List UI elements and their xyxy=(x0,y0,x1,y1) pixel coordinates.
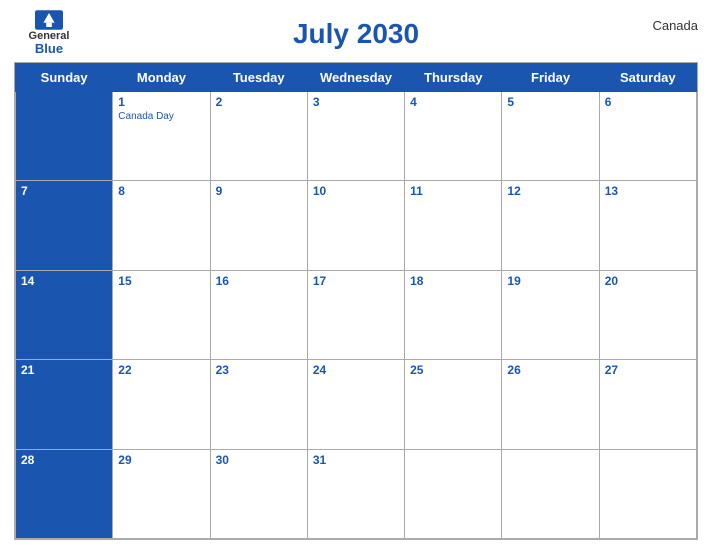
day-number: 4 xyxy=(410,95,496,109)
col-thursday: Thursday xyxy=(405,64,502,92)
day-number: 26 xyxy=(507,363,593,377)
calendar-cell: 3 xyxy=(307,92,404,181)
calendar-header: General Blue July 2030 Canada xyxy=(14,10,698,58)
day-number: 5 xyxy=(507,95,593,109)
day-number: 24 xyxy=(313,363,399,377)
calendar-cell: 18 xyxy=(405,270,502,359)
calendar-cell xyxy=(16,92,113,181)
day-number: 21 xyxy=(21,363,107,377)
col-wednesday: Wednesday xyxy=(307,64,404,92)
calendar-cell: 30 xyxy=(210,449,307,538)
day-number: 22 xyxy=(118,363,204,377)
calendar-cell: 9 xyxy=(210,181,307,270)
logo-blue-text: Blue xyxy=(35,42,63,55)
calendar-cell: 24 xyxy=(307,360,404,449)
day-number: 30 xyxy=(216,453,302,467)
logo-icon xyxy=(35,10,63,30)
calendar-cell: 4 xyxy=(405,92,502,181)
calendar-cell xyxy=(599,449,696,538)
table-row: 28 29 30 31 xyxy=(16,449,697,538)
calendar-cell: 31 xyxy=(307,449,404,538)
calendar-tbody: 1 Canada Day 2 3 4 5 xyxy=(16,92,697,539)
calendar-cell: 16 xyxy=(210,270,307,359)
calendar-cell xyxy=(502,449,599,538)
day-number: 18 xyxy=(410,274,496,288)
day-number: 29 xyxy=(118,453,204,467)
calendar-cell: 6 xyxy=(599,92,696,181)
calendar-title: July 2030 xyxy=(293,18,419,50)
day-number: 11 xyxy=(410,184,496,198)
calendar-cell: 27 xyxy=(599,360,696,449)
calendar-cell: 12 xyxy=(502,181,599,270)
calendar-cell: 10 xyxy=(307,181,404,270)
col-monday: Monday xyxy=(113,64,210,92)
page: General Blue July 2030 Canada Sunday Mon… xyxy=(0,0,712,550)
calendar-cell: 26 xyxy=(502,360,599,449)
calendar-cell: 25 xyxy=(405,360,502,449)
day-number: 2 xyxy=(216,95,302,109)
weekday-header-row: Sunday Monday Tuesday Wednesday Thursday… xyxy=(16,64,697,92)
calendar-table: Sunday Monday Tuesday Wednesday Thursday… xyxy=(15,63,697,539)
day-number: 12 xyxy=(507,184,593,198)
day-number: 1 xyxy=(118,95,204,109)
country-label: Canada xyxy=(652,18,698,33)
day-number: 3 xyxy=(313,95,399,109)
calendar-cell: 20 xyxy=(599,270,696,359)
calendar-cell: 2 xyxy=(210,92,307,181)
day-number: 14 xyxy=(21,274,107,288)
col-sunday: Sunday xyxy=(16,64,113,92)
day-number: 19 xyxy=(507,274,593,288)
day-number: 31 xyxy=(313,453,399,467)
calendar-cell: 19 xyxy=(502,270,599,359)
calendar-cell: 21 xyxy=(16,360,113,449)
table-row: 21 22 23 24 25 26 27 xyxy=(16,360,697,449)
day-number: 10 xyxy=(313,184,399,198)
calendar-cell: 5 xyxy=(502,92,599,181)
col-saturday: Saturday xyxy=(599,64,696,92)
calendar-cell: 28 xyxy=(16,449,113,538)
calendar-cell: 22 xyxy=(113,360,210,449)
holiday-label: Canada Day xyxy=(118,111,204,122)
calendar-thead: Sunday Monday Tuesday Wednesday Thursday… xyxy=(16,64,697,92)
table-row: 14 15 16 17 18 19 20 xyxy=(16,270,697,359)
table-row: 1 Canada Day 2 3 4 5 xyxy=(16,92,697,181)
calendar: Sunday Monday Tuesday Wednesday Thursday… xyxy=(14,62,698,540)
logo: General Blue xyxy=(14,10,84,55)
calendar-cell xyxy=(405,449,502,538)
calendar-cell: 23 xyxy=(210,360,307,449)
calendar-cell: 13 xyxy=(599,181,696,270)
calendar-cell: 14 xyxy=(16,270,113,359)
day-number: 28 xyxy=(21,453,107,467)
calendar-cell: 17 xyxy=(307,270,404,359)
day-number: 25 xyxy=(410,363,496,377)
day-number: 27 xyxy=(605,363,691,377)
calendar-cell: 11 xyxy=(405,181,502,270)
col-friday: Friday xyxy=(502,64,599,92)
calendar-cell: 15 xyxy=(113,270,210,359)
day-number: 6 xyxy=(605,95,691,109)
calendar-cell: 29 xyxy=(113,449,210,538)
calendar-cell: 1 Canada Day xyxy=(113,92,210,181)
day-number: 15 xyxy=(118,274,204,288)
day-number: 13 xyxy=(605,184,691,198)
day-number: 8 xyxy=(118,184,204,198)
col-tuesday: Tuesday xyxy=(210,64,307,92)
day-number: 20 xyxy=(605,274,691,288)
table-row: 7 8 9 10 11 12 13 xyxy=(16,181,697,270)
day-number: 17 xyxy=(313,274,399,288)
calendar-cell: 7 xyxy=(16,181,113,270)
day-number: 7 xyxy=(21,184,107,198)
calendar-cell: 8 xyxy=(113,181,210,270)
day-number: 23 xyxy=(216,363,302,377)
day-number: 9 xyxy=(216,184,302,198)
day-number: 16 xyxy=(216,274,302,288)
